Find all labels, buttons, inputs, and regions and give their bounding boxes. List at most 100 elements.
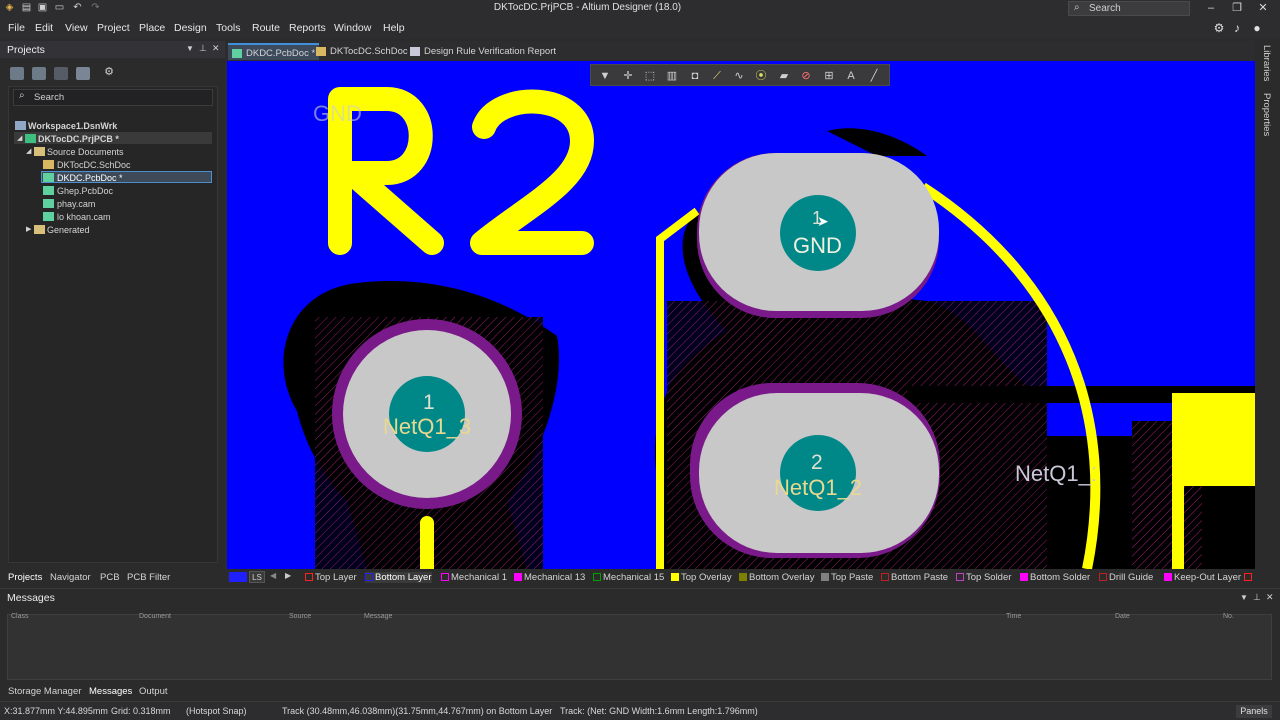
crosshair-move-icon[interactable]: ✛ (621, 69, 635, 83)
tree-project[interactable]: DKTocDC.PrjPCB * (38, 134, 119, 144)
global-search-input[interactable]: ⌕ Search (1068, 1, 1190, 16)
column-date[interactable]: Date (1115, 613, 1130, 620)
project-search-input[interactable]: ⌕ Search (13, 89, 213, 106)
route-track-icon[interactable]: ⟋ (710, 69, 724, 83)
layer-tab-bottom-overlay[interactable]: Bottom Overlay (739, 572, 814, 583)
dimension-icon[interactable]: ⊞ (822, 69, 836, 83)
tab-navigator[interactable]: Navigator (50, 572, 91, 583)
messages-list[interactable]: Class Document Source Message Time Date … (7, 613, 1272, 680)
menu-design[interactable]: Design (174, 22, 207, 34)
panel-menu-chevron-icon[interactable]: ▼ (186, 44, 194, 53)
notifications-bell-icon[interactable]: ♪ (1230, 21, 1244, 35)
menu-tools[interactable]: Tools (216, 22, 241, 34)
align-icon[interactable]: ▥ (665, 69, 679, 83)
status-bar: X:31.877mm Y:44.895mm Grid: 0.318mm (Hot… (0, 701, 1280, 720)
column-time[interactable]: Time (1006, 613, 1021, 620)
expand-arrow-icon[interactable]: ◢ (17, 134, 22, 142)
polygon-icon[interactable]: ▰ (777, 69, 791, 83)
layer-tab-top-overlay[interactable]: Top Overlay (671, 572, 732, 583)
interactive-route-icon[interactable]: ∿ (732, 69, 746, 83)
tab-messages[interactable]: Messages (89, 686, 132, 697)
column-message[interactable]: Message (364, 613, 392, 620)
tab-storage-manager[interactable]: Storage Manager (8, 686, 81, 697)
tab-libraries[interactable]: Libraries (1261, 45, 1272, 81)
menu-view[interactable]: View (65, 22, 88, 34)
panel-settings-gear-icon[interactable]: ⚙ (102, 66, 116, 79)
tree-file-schdoc[interactable]: DKTocDC.SchDoc (57, 160, 131, 170)
user-account-icon[interactable]: ● (1250, 21, 1264, 35)
select-region-icon[interactable]: ⬚ (643, 69, 657, 83)
save-project-icon[interactable] (10, 67, 24, 80)
layer-tab-drill-guide[interactable]: Drill Guide (1099, 572, 1153, 583)
menu-place[interactable]: Place (139, 22, 165, 34)
save-all-projects-icon[interactable] (32, 67, 46, 80)
menu-route[interactable]: Route (252, 22, 280, 34)
collapse-arrow-icon[interactable]: ▶ (26, 225, 31, 233)
layer-tab-keep-out[interactable]: Keep-Out Layer (1164, 572, 1241, 583)
line-icon[interactable]: ╱ (867, 69, 881, 83)
tree-source-documents[interactable]: Source Documents (47, 147, 124, 157)
scroll-right-icon[interactable]: ▶ (285, 571, 291, 580)
close-button[interactable]: ✕ (1254, 1, 1272, 15)
column-document[interactable]: Document (139, 613, 171, 620)
panels-button[interactable]: Panels (1236, 705, 1272, 718)
tree-workspace[interactable]: Workspace1.DsnWrk (28, 121, 117, 131)
project-options-icon[interactable] (76, 67, 90, 80)
layer-tab-bottom-solder[interactable]: Bottom Solder (1020, 572, 1090, 583)
text-icon[interactable]: A (844, 69, 858, 83)
layer-tab-mechanical-15[interactable]: Mechanical 15 (593, 572, 664, 583)
pad-2-number[interactable]: 2 (811, 451, 823, 475)
keepout-icon[interactable]: ⊘ (799, 69, 813, 83)
menu-edit[interactable]: Edit (35, 22, 53, 34)
panel-close-icon[interactable]: ✕ (1266, 592, 1274, 603)
layer-tab-top-layer[interactable]: Top Layer (305, 572, 357, 583)
layer-tab-top-solder[interactable]: Top Solder (956, 572, 1011, 583)
current-layer-color-swatch[interactable] (229, 572, 247, 582)
tab-properties[interactable]: Properties (1261, 93, 1272, 136)
layer-tab-mechanical-1[interactable]: Mechanical 1 (441, 572, 507, 583)
filter-icon[interactable]: ▼ (598, 69, 612, 83)
menu-window[interactable]: Window (334, 22, 371, 34)
layer-set-button[interactable]: LS (249, 571, 265, 583)
global-search-placeholder: Search (1089, 3, 1121, 14)
tab-drc-report[interactable]: Design Rule Verification Report (406, 43, 560, 60)
tab-output[interactable]: Output (139, 686, 168, 697)
pin-icon[interactable]: ⊥ (199, 43, 207, 54)
pad-1-number[interactable]: 1 (423, 391, 435, 415)
tree-file-lokhoan-cam[interactable]: lo khoan.cam (57, 212, 111, 222)
settings-gear-icon[interactable]: ⚙ (1212, 21, 1226, 35)
tab-pcb-filter[interactable]: PCB Filter (127, 572, 170, 583)
panel-menu-chevron-icon[interactable]: ▼ (1240, 593, 1248, 602)
tree-file-ghep-pcbdoc[interactable]: Ghep.PcbDoc (57, 186, 113, 196)
component-icon[interactable]: ◘ (688, 69, 702, 83)
scroll-left-icon[interactable]: ◀ (270, 571, 276, 580)
tab-pcb[interactable]: PCB (100, 572, 120, 583)
menu-project[interactable]: Project (97, 22, 130, 34)
column-source[interactable]: Source (289, 613, 311, 620)
menu-reports[interactable]: Reports (289, 22, 326, 34)
tree-generated[interactable]: Generated (47, 225, 90, 235)
panel-close-icon[interactable]: ✕ (212, 43, 220, 54)
tab-projects[interactable]: Projects (8, 572, 42, 583)
via-pad-icon[interactable]: ⦿ (754, 69, 768, 83)
layer-tab-bottom-layer[interactable]: Bottom Layer (365, 572, 432, 583)
pin-icon[interactable]: ⊥ (1253, 592, 1261, 603)
tab-dktocdc-schdoc[interactable]: DKTocDC.SchDoc (312, 43, 412, 60)
expand-arrow-icon[interactable]: ◢ (26, 147, 31, 155)
more-layers-swatch[interactable] (1244, 573, 1252, 581)
menu-file[interactable]: File (8, 22, 25, 34)
tab-dkdc-pcbdoc[interactable]: DKDC.PcbDoc * (228, 43, 320, 60)
layer-tab-top-paste[interactable]: Top Paste (821, 572, 873, 583)
projects-panel-title: Projects (7, 44, 45, 56)
restore-button[interactable]: ❐ (1228, 1, 1246, 15)
tree-file-dkdc-pcbdoc[interactable]: DKDC.PcbDoc * (57, 173, 123, 183)
compile-icon[interactable] (54, 67, 68, 80)
column-number[interactable]: No. (1223, 613, 1234, 620)
column-class[interactable]: Class (11, 613, 29, 620)
minimize-button[interactable]: – (1202, 1, 1220, 15)
menu-help[interactable]: Help (383, 22, 405, 34)
tree-file-phay-cam[interactable]: phay.cam (57, 199, 95, 209)
layer-tab-bottom-paste[interactable]: Bottom Paste (881, 572, 948, 583)
pcb-canvas[interactable]: GND 1 NetQ1_3 1 GND 2 NetQ1_2 NetQ1_1 ➤ (227, 61, 1255, 569)
layer-tab-mechanical-13[interactable]: Mechanical 13 (514, 572, 585, 583)
